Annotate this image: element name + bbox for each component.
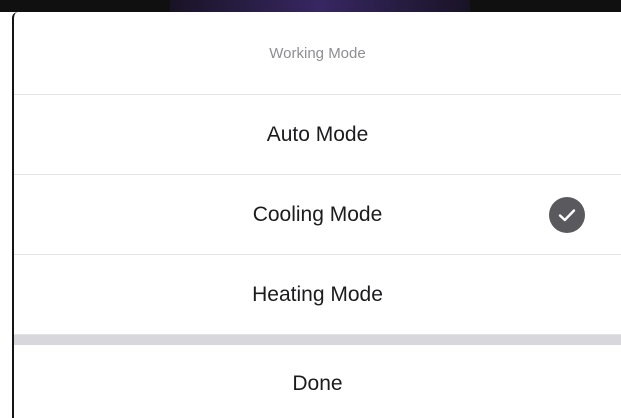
sheet-title: Working Mode [14, 12, 621, 95]
option-label: Cooling Mode [252, 202, 383, 226]
option-label: Auto Mode [266, 122, 369, 146]
background-overlay [0, 0, 621, 12]
checkmark-circle-icon [549, 196, 585, 233]
background-tint [170, 0, 470, 12]
section-separator [14, 335, 621, 345]
working-mode-sheet: Working Mode Auto Mode Cooling Mode Heat… [12, 12, 621, 418]
option-label: Heating Mode [252, 282, 383, 306]
option-cooling-mode[interactable]: Cooling Mode [14, 175, 621, 255]
option-heating-mode[interactable]: Heating Mode [14, 255, 621, 335]
screen: Working Mode Auto Mode Cooling Mode Heat… [0, 0, 621, 418]
option-auto-mode[interactable]: Auto Mode [14, 95, 621, 175]
done-button[interactable]: Done [14, 345, 621, 418]
